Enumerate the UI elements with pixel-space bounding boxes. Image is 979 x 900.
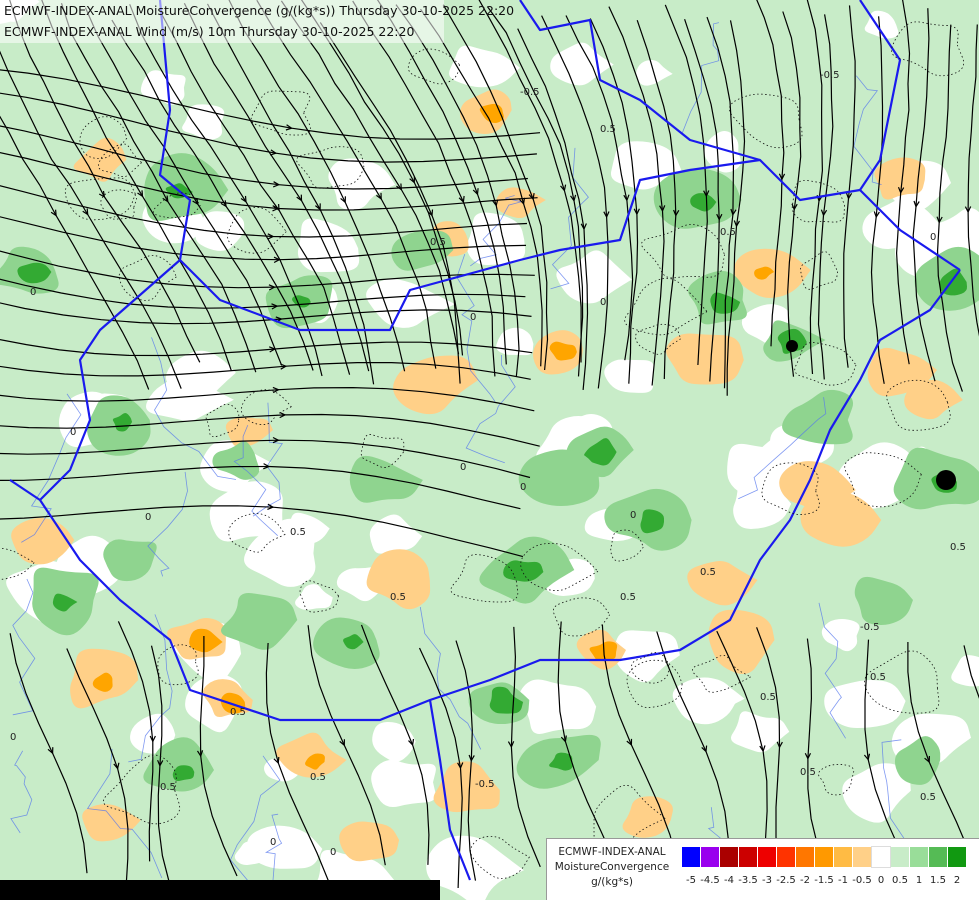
contour-label: -0.5 bbox=[475, 779, 495, 790]
legend-tick-label: -2.5 bbox=[776, 875, 796, 886]
legend-swatch bbox=[777, 847, 795, 867]
contour-label: 0 bbox=[460, 462, 466, 473]
footer-strip bbox=[0, 880, 440, 900]
contour-label: 0.5 bbox=[620, 592, 636, 603]
convergence-maximum bbox=[786, 340, 798, 352]
color-legend: ECMWF-INDEX-ANAL MoistureConvergence g/(… bbox=[546, 838, 979, 900]
legend-tick-label: 1 bbox=[915, 875, 923, 886]
convergence-maximum bbox=[936, 470, 956, 490]
legend-tick-label: -0.5 bbox=[852, 875, 872, 886]
legend-tick-label: -4 bbox=[724, 875, 734, 886]
contour-label: -0.5 bbox=[820, 70, 840, 81]
legend-tick-label: 2 bbox=[953, 875, 961, 886]
legend-swatch bbox=[910, 847, 928, 867]
legend-tick-label: -3 bbox=[762, 875, 772, 886]
contour-label: 0.5 bbox=[390, 592, 406, 603]
legend-swatch bbox=[834, 847, 852, 867]
legend-tick-label: -3.5 bbox=[738, 875, 758, 886]
contour-label: 0.5 bbox=[290, 527, 306, 538]
contour-label: 0.5 bbox=[160, 782, 176, 793]
contour-label: 0 bbox=[70, 427, 76, 438]
contour-label: 0.5 bbox=[600, 124, 616, 135]
contour-label: 0.5 bbox=[870, 672, 886, 683]
contour-label: 0 bbox=[600, 297, 606, 308]
legend-swatch bbox=[948, 847, 966, 867]
moisture-convergence-field: -0.5 -0.5 0.5 0.5 0.5 0 0 0 0.5 0 0 0 0.5 0.5 0.5 -0.5 0… bbox=[0, 0, 979, 900]
contour-label: 0 bbox=[330, 847, 336, 858]
legend-swatch bbox=[815, 847, 833, 867]
contour-label: 0.5 bbox=[720, 227, 736, 238]
divergence-area bbox=[339, 821, 400, 862]
legend-swatch bbox=[758, 847, 776, 867]
legend-swatch bbox=[929, 847, 947, 867]
legend-model: ECMWF-INDEX-ANAL bbox=[558, 846, 666, 858]
legend-tick-label: -5 bbox=[686, 875, 696, 886]
contour-label: 0 bbox=[145, 512, 151, 523]
legend-swatch bbox=[720, 847, 738, 867]
legend-unit: g/(kg*s) bbox=[591, 876, 633, 888]
legend-tick-label: -1.5 bbox=[814, 875, 834, 886]
legend-tick-label: 1.5 bbox=[930, 875, 946, 886]
contour-label: 0.5 bbox=[920, 792, 936, 803]
contour-label: 0 bbox=[30, 287, 36, 298]
legend-swatch bbox=[701, 847, 719, 867]
contour-label: 0.5 bbox=[230, 707, 246, 718]
legend-swatch bbox=[891, 847, 909, 867]
legend-tick-label: -1 bbox=[838, 875, 848, 886]
legend-title: ECMWF-INDEX-ANAL MoistureConvergence g/(… bbox=[547, 845, 677, 890]
contour-label: 0 bbox=[520, 482, 526, 493]
contour-label: 0 bbox=[270, 837, 276, 848]
contour-label: 0 bbox=[10, 732, 16, 743]
legend-tick-label: -2 bbox=[800, 875, 810, 886]
legend-tick-label: 0.5 bbox=[892, 875, 908, 886]
contour-label: 0.5 bbox=[430, 237, 446, 248]
contour-label: -0.5 bbox=[860, 622, 880, 633]
legend-swatch bbox=[739, 847, 757, 867]
legend-swatch bbox=[871, 846, 891, 868]
legend-variable: MoistureConvergence bbox=[554, 861, 670, 873]
contour-label: 0 bbox=[630, 510, 636, 521]
contour-label: 0.5 bbox=[760, 692, 776, 703]
wind-title: ECMWF-INDEX-ANAL Wind (m/s) 10m Thursday… bbox=[4, 24, 415, 39]
moisture-title: ECMWF-INDEX-ANAL MoistureConvergence (g/… bbox=[4, 3, 515, 18]
weather-map[interactable]: -0.5 -0.5 0.5 0.5 0.5 0 0 0 0.5 0 0 0 0.5 0.5 0.5 -0.5 0… bbox=[0, 0, 979, 900]
legend-swatch bbox=[796, 847, 814, 867]
contour-label: 0.5 bbox=[800, 767, 816, 778]
legend-tick-label: -4.5 bbox=[700, 875, 720, 886]
legend-tick-label: 0 bbox=[877, 875, 885, 886]
contour-label: 0.5 bbox=[700, 567, 716, 578]
contour-label: 0.5 bbox=[950, 542, 966, 553]
contour-label: 0 bbox=[470, 312, 476, 323]
contour-label: -0.5 bbox=[520, 87, 540, 98]
legend-swatch bbox=[682, 847, 700, 867]
legend-swatch bbox=[853, 847, 871, 867]
map-title-box: ECMWF-INDEX-ANAL MoistureConvergence (g/… bbox=[0, 0, 514, 43]
contour-label: 0 bbox=[930, 232, 936, 243]
contour-label: 0.5 bbox=[310, 772, 326, 783]
